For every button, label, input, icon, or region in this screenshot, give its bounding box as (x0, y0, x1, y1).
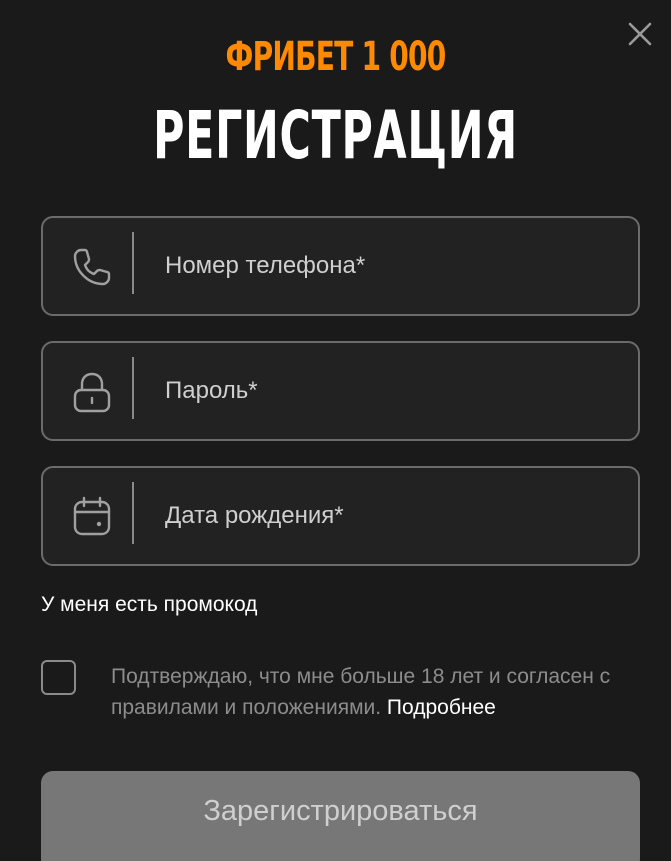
register-button[interactable]: Зарегистрироваться (41, 771, 640, 861)
lock-icon (69, 369, 115, 415)
agreement-text: Подтверждаю, что мне больше 18 лет и сог… (111, 661, 651, 723)
freebet-promo-title: ФРИБЕТ 1 000 (225, 34, 447, 80)
phone-input[interactable] (165, 218, 615, 314)
close-icon[interactable] (624, 18, 656, 50)
password-field[interactable] (41, 341, 640, 441)
agree-checkbox[interactable] (41, 660, 76, 695)
agreement-more-link[interactable]: Подробнее (387, 696, 496, 719)
promo-code-link[interactable]: У меня есть промокод (41, 593, 257, 617)
field-divider (132, 357, 134, 419)
password-input[interactable] (165, 343, 615, 439)
agreement-label: Подтверждаю, что мне больше 18 лет и сог… (111, 665, 611, 719)
field-divider (132, 482, 134, 544)
birthdate-field[interactable] (41, 466, 640, 566)
birthdate-input[interactable] (165, 468, 615, 564)
page-title: РЕГИСТРАЦИЯ (153, 97, 518, 174)
phone-field[interactable] (41, 216, 640, 316)
phone-icon (69, 244, 115, 290)
calendar-icon (69, 494, 115, 540)
field-divider (132, 232, 134, 294)
